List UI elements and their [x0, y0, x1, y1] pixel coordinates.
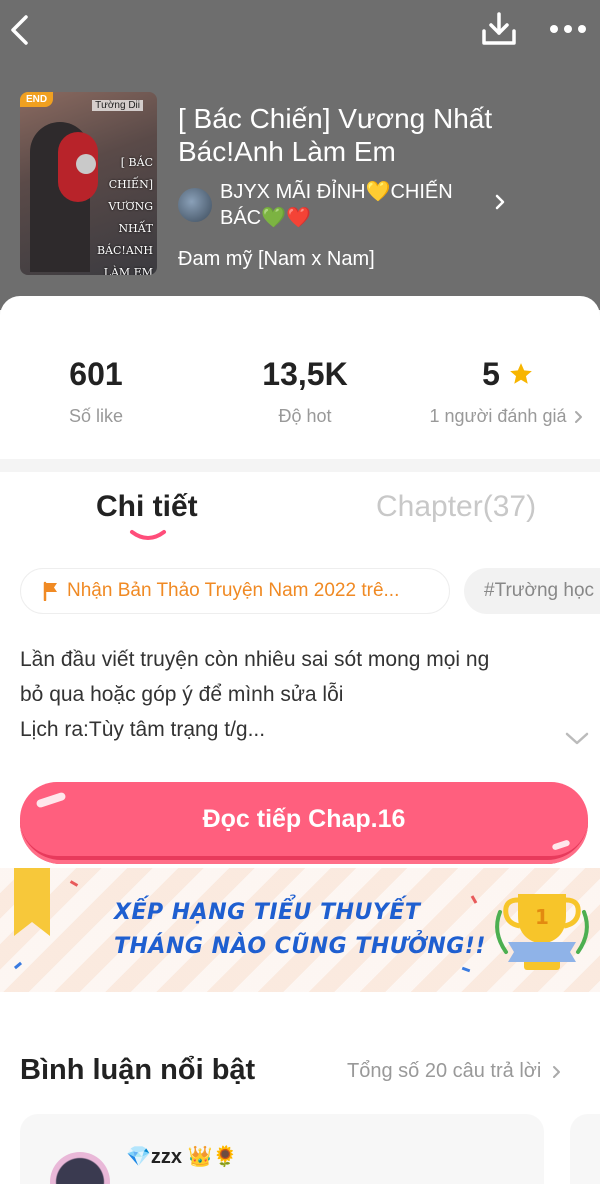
svg-text:1: 1: [535, 905, 549, 929]
author-avatar: [178, 188, 212, 222]
author-link[interactable]: BJYX MÃI ĐỈNH💛CHIẾN BÁC💚❤️: [178, 178, 508, 232]
ranking-banner[interactable]: XẾP HẠNG TIỂU THUYẾT THÁNG NÀO CŨNG THƯỞ…: [0, 868, 600, 992]
more-horizontal-icon: [550, 25, 586, 33]
award-chip-label: Nhận Bản Thảo Truyện Nam 2022 trê...: [67, 580, 400, 601]
comments-count: Tổng số 20 câu trả lời: [347, 1060, 542, 1082]
tab-detail[interactable]: Chi tiết: [96, 490, 198, 524]
comment-card[interactable]: 💎zzx 👑🌻: [20, 1114, 544, 1184]
banner-line: XẾP HẠNG TIỂU THUYẾT: [114, 900, 421, 925]
comment-username: 💎zzx 👑🌻: [126, 1146, 238, 1168]
expand-chevron-icon[interactable]: [564, 728, 590, 748]
author-name: BJYX MÃI ĐỈNH💛CHIẾN BÁC💚❤️: [220, 181, 453, 229]
rating-value: 5: [482, 355, 500, 392]
description-line: Lịch ra:Tùy tâm trạng t/g...: [20, 718, 266, 741]
flag-icon: [43, 581, 57, 601]
book-description: Lần đầu viết truyện còn nhiêu sai sót mo…: [20, 642, 580, 747]
hot-value: 13,5K: [262, 355, 348, 392]
description-line: Lần đầu viết truyện còn nhiêu sai sót mo…: [20, 648, 490, 671]
likes-value: 601: [69, 355, 123, 392]
detail-section: Chi tiết Chapter(37) Nhận Bản Thảo Truyệ…: [0, 472, 600, 868]
trophy-icon: 1: [495, 894, 589, 970]
rating-label: 1 người đánh giá: [429, 406, 567, 426]
chevron-right-icon: [553, 1065, 561, 1078]
cover-title-art: [ BÁC CHIẾN] VƯƠNG NHẤT BÁC!ANH LÀM EM T…: [96, 156, 153, 275]
book-cover[interactable]: END Tường Dii [ BÁC CHIẾN] VƯƠNG NHẤT BÁ…: [20, 92, 157, 275]
description-line: bỏ qua hoặc góp ý để mình sửa lỗi: [20, 683, 344, 706]
stat-likes: 601 Số like: [46, 354, 146, 427]
comments-section: Bình luận nổi bật Tổng số 20 câu trả lời…: [0, 992, 600, 1184]
book-genre: Đam mỹ [Nam x Nam]: [178, 248, 375, 270]
stats-panel: 601 Số like 13,5K Độ hot 5 1 người đánh …: [0, 296, 600, 459]
banner-line: THÁNG NÀO CŨNG THƯỞNG!!: [114, 934, 486, 959]
chevron-right-icon: [495, 194, 505, 210]
download-icon: [482, 12, 516, 45]
banner-text: XẾP HẠNG TIỂU THUYẾT THÁNG NÀO CŨNG THƯỞ…: [114, 896, 486, 964]
comments-count-link[interactable]: Tổng số 20 câu trả lời: [347, 1060, 565, 1083]
book-title: [ Bác Chiến] Vương Nhất Bác!Anh Làm Em: [178, 103, 493, 167]
continue-reading-button[interactable]: Đọc tiếp Chap.16: [20, 782, 588, 864]
rating-value-row: 5: [428, 354, 588, 394]
book-header: END Tường Dii [ BÁC CHIẾN] VƯƠNG NHẤT BÁ…: [0, 0, 600, 310]
stat-rating[interactable]: 5 1 người đánh giá: [428, 354, 588, 427]
end-badge: END: [20, 92, 54, 107]
avatar[interactable]: [50, 1152, 110, 1184]
stat-hot: 13,5K Độ hot: [240, 354, 370, 427]
tag-chip[interactable]: #Trường học: [464, 568, 600, 614]
likes-label: Số like: [68, 406, 124, 426]
comment-card[interactable]: [570, 1114, 600, 1184]
chevron-right-icon: [575, 410, 583, 423]
chevron-left-icon: [11, 15, 28, 45]
back-button[interactable]: [4, 10, 34, 50]
hot-label: Độ hot: [278, 406, 332, 426]
tab-chapter[interactable]: Chapter(37): [376, 490, 536, 524]
tab-active-indicator: [130, 530, 166, 540]
more-button[interactable]: [546, 14, 590, 44]
award-chip[interactable]: Nhận Bản Thảo Truyện Nam 2022 trê...: [20, 568, 450, 614]
cover-author: Tường Dii: [92, 100, 143, 111]
download-button[interactable]: [478, 8, 520, 50]
bookmark-icon: [14, 868, 50, 936]
rating-label-row: 1 người đánh giá: [428, 406, 588, 427]
comments-title: Bình luận nổi bật: [20, 1054, 256, 1086]
star-icon: [510, 363, 532, 384]
continue-reading-label: Đọc tiếp Chap.16: [20, 782, 588, 856]
